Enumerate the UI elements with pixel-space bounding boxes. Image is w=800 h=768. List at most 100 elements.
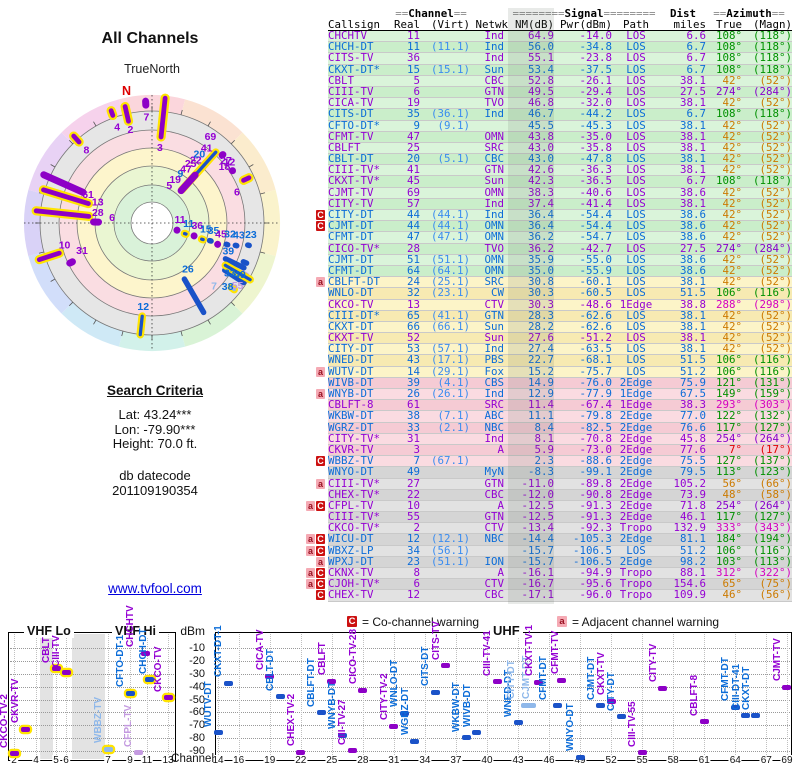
cell-pw: -106.5 [554, 556, 612, 568]
signal-bar-label: CITS-DT [420, 646, 432, 687]
signal-bar-label: CFMT-DT [538, 655, 550, 700]
cell-re: 61 [392, 400, 420, 412]
cell-re: 57 [392, 198, 420, 210]
cell-mi: 67.5 [660, 389, 706, 401]
cell-pw: -92.3 [554, 523, 612, 535]
signal-bar-label: CITY-DT [606, 671, 618, 711]
cell-az: 7° [706, 444, 742, 457]
uhf-channel-tick: 55 [635, 755, 649, 767]
cell-nw: OMN [470, 232, 508, 244]
cell-re: 64 [392, 265, 420, 278]
signal-bar-label: CIII-TV-55 [627, 701, 639, 747]
co-channel-warning-badge: C [316, 456, 325, 467]
table-row: a C WBXZ-LP 34 (56.1) -15.7 -106.5 LOS 51.2 106°(… [302, 545, 794, 557]
cell-nm: 35.9 [508, 254, 554, 266]
signal-bar-label: WUTV-DT [203, 681, 214, 727]
cell-az: 42° [706, 75, 742, 87]
cell-mg: (118°) [742, 53, 792, 65]
cell-mg: (17°) [742, 444, 792, 457]
cell-vi [420, 31, 470, 43]
cell-nm: 46.8 [508, 98, 554, 110]
cell-re: 24 [392, 277, 420, 289]
cell-az: 42° [706, 265, 742, 278]
co-channel-warning-badge: C [316, 534, 325, 545]
cell-vi: (51.1) [420, 556, 470, 568]
cell-nw: CBC [470, 75, 508, 87]
cell-re: 49 [392, 467, 420, 479]
co-channel-warning-badge: C [316, 568, 325, 578]
cell-re: 27 [392, 478, 420, 490]
signal-bar [699, 719, 709, 725]
cell-pa: 2Edge [612, 411, 660, 423]
cell-vi: (23.1) [420, 288, 470, 300]
cell-mi: 38.1 [660, 310, 706, 322]
table-row: CHCH-DT 11 (11.1) Ind 56.0 -34.8 LOS 6.7 108° (11… [302, 42, 794, 54]
warning-markers: a [302, 366, 328, 378]
signal-bar-label: CITY-DT [506, 660, 518, 700]
cell-pa: LOS [612, 120, 660, 132]
cell-mi: 38.6 [660, 265, 706, 278]
cell-az: 42° [706, 131, 742, 143]
gridline [10, 660, 174, 662]
radar-channel-label: 31 [76, 245, 88, 257]
warning-markers [302, 198, 328, 210]
radar-channel-label: 7 [144, 112, 150, 124]
cell-pa: LOS [612, 86, 660, 99]
col-header-nm: NM(dB) [508, 19, 554, 31]
col-header-w [302, 19, 328, 31]
cell-nm: 43.0 [508, 154, 554, 166]
co-channel-warning-badge: C [316, 210, 325, 220]
cell-nm: 8.4 [508, 422, 554, 434]
cell-nm: 28.3 [508, 310, 554, 322]
cell-vi [420, 142, 470, 155]
gridline [10, 648, 174, 649]
co-channel-warning-badge: C [316, 221, 325, 232]
cell-mg: (264°) [742, 433, 792, 445]
cell-re: 47 [392, 232, 420, 244]
cell-nw: CBC [470, 154, 508, 166]
warning-markers [302, 411, 328, 423]
cell-nm: 43.0 [508, 142, 554, 155]
cell-cs: CITY-TV [328, 198, 392, 210]
cell-vi [420, 500, 470, 513]
radar-channel-label: 7 [211, 281, 217, 293]
table-row: a C CKNX-TV 8 A -16.1 -94.9 Tropo 88.1 312° (322°) [302, 568, 794, 580]
cell-mi: 71.8 [660, 500, 706, 513]
cell-nw: CTV [470, 579, 508, 591]
cell-pw: -55.0 [554, 254, 612, 266]
table-row: C WBBZ-TV 7 (67.1) 2.3 -88.6 2Edge 75.5 127° (137… [302, 456, 794, 468]
cell-mg: (194°) [742, 534, 792, 546]
cell-re: 69 [392, 187, 420, 199]
cell-cs: CKXT-DT [328, 321, 392, 334]
adjacent-channel-warning-badge: a [316, 389, 325, 399]
warning-markers [302, 154, 328, 166]
uhf-channel-tick: 52 [604, 755, 618, 767]
gridline-v [642, 634, 644, 759]
cell-pa: LOS [612, 109, 660, 121]
gridline-v [36, 634, 37, 759]
cell-vi: (25.1) [420, 277, 470, 289]
cell-cs: WUTV-DT [328, 366, 392, 378]
cell-nw: Sun [470, 176, 508, 188]
tvfool-link[interactable]: www.tvfool.com [55, 581, 255, 596]
cell-pa: LOS [612, 176, 660, 188]
cell-nm: 53.4 [508, 64, 554, 76]
col-header-vi: (Virt) [420, 19, 470, 31]
cell-az: 333° [706, 523, 742, 535]
cell-vi: (29.1) [420, 366, 470, 378]
cell-mg: (343°) [742, 523, 792, 535]
cell-pw: -44.2 [554, 109, 612, 121]
signal-bar-label: CFPL-TV [123, 704, 134, 747]
cell-vi [420, 590, 470, 602]
warning-markers [302, 377, 328, 389]
cell-mi: 38.6 [660, 221, 706, 233]
cell-mi: 73.9 [660, 489, 706, 501]
cell-pw: -106.5 [554, 545, 612, 557]
cell-pa: 2Edge [612, 433, 660, 445]
cell-pa: 1Edge [612, 400, 660, 412]
radar-plot: 734 28611328 610 3112261111361535453243 2349… [23, 93, 280, 351]
cell-nw: OMN [470, 131, 508, 143]
table-row: CBLFT 25 SRC 43.0 -35.8 LOS 38.1 42° (52°) [302, 142, 794, 155]
cell-pa: 2Edge [612, 556, 660, 568]
table-row: CBLFT-8 61 SRC 11.4 -67.4 1Edge 38.3 293° (303°) [302, 400, 794, 412]
